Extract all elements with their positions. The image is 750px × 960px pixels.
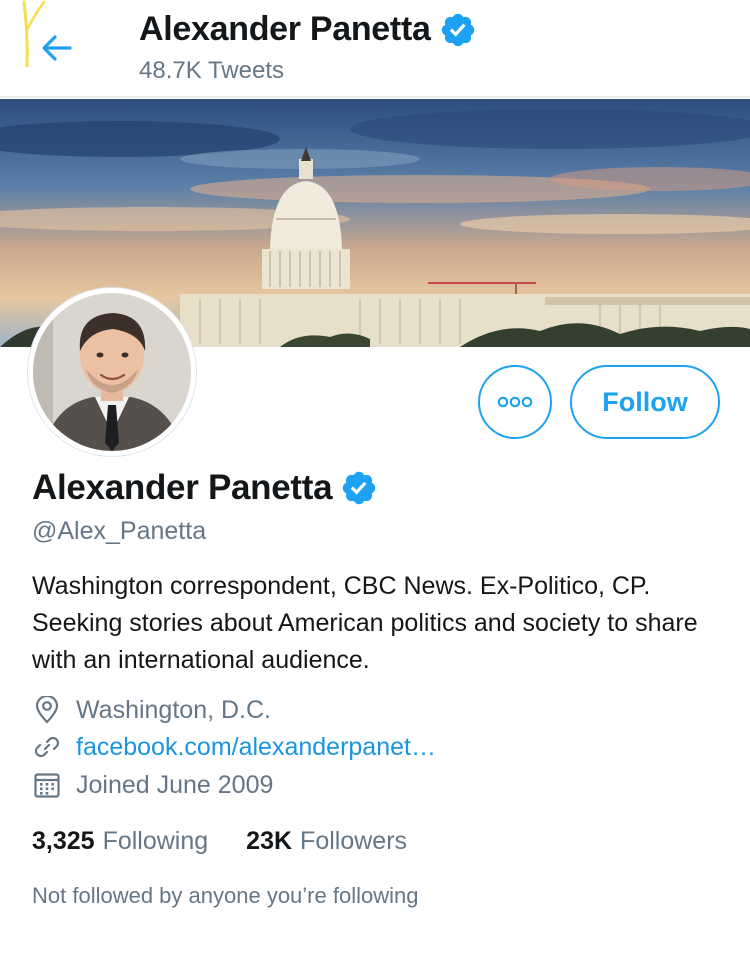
profile-website[interactable]: facebook.com/alexanderpanet…	[32, 732, 436, 762]
profile-handle: @Alex_Panetta	[32, 517, 207, 545]
link-icon	[32, 732, 62, 762]
following-count: 3,325	[32, 827, 95, 855]
header-title: Alexander Panetta	[139, 10, 477, 49]
follow-button[interactable]: Follow	[570, 365, 720, 439]
following-label: Following	[102, 827, 209, 855]
website-link[interactable]: facebook.com/alexanderpanet…	[76, 733, 436, 762]
tweet-count: 48.7K Tweets	[139, 57, 284, 84]
followers-count: 23K	[246, 827, 293, 855]
profile-joined-date: Joined June 2009	[32, 770, 273, 800]
profile-location: Washington, D.C.	[32, 695, 271, 725]
verified-badge-icon	[441, 13, 474, 46]
follow-stats: 3,325 Following 23K Followers	[32, 827, 407, 856]
profile-bio: Washington correspondent, CBC News. Ex-P…	[32, 572, 698, 674]
location-pin-icon	[32, 695, 62, 725]
profile-name: Alexander Panetta	[32, 468, 378, 508]
profile-header-bar: Alexander Panetta 48.7K Tweets	[0, 0, 750, 98]
followers-stat[interactable]: 23K Followers	[246, 827, 407, 856]
location-text: Washington, D.C.	[76, 695, 271, 724]
profile-avatar[interactable]	[28, 288, 196, 456]
header-name: Alexander Panetta	[139, 10, 431, 48]
avatar-image	[33, 293, 191, 451]
more-dots-icon	[497, 396, 533, 408]
calendar-icon	[32, 770, 62, 800]
more-options-button[interactable]	[478, 365, 552, 439]
back-arrow-icon	[42, 35, 72, 61]
following-stat[interactable]: 3,325 Following	[32, 827, 208, 856]
joined-text: Joined June 2009	[76, 770, 274, 799]
back-button[interactable]	[34, 28, 80, 68]
social-context-text: Not followed by anyone you’re following	[32, 883, 419, 908]
verified-badge-icon	[343, 471, 376, 505]
profile-name-text: Alexander Panetta	[32, 468, 333, 507]
followers-label: Followers	[300, 827, 408, 855]
